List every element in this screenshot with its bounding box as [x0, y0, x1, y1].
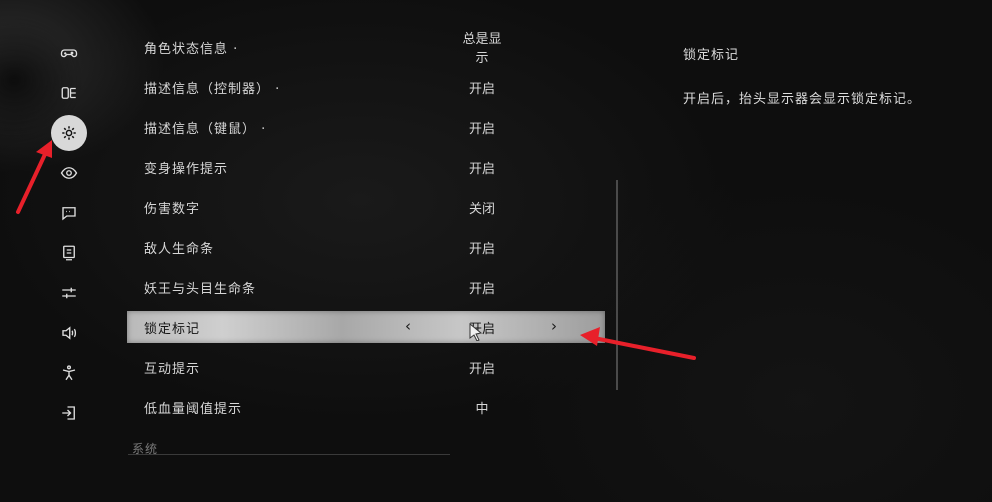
sidebar-controls[interactable]: [52, 276, 86, 310]
setting-value: 总是显示: [462, 32, 502, 66]
sidebar-controller-layout[interactable]: [52, 76, 86, 110]
cursor-icon: [469, 323, 483, 341]
setting-row-boss-health[interactable]: 妖王与头目生命条 开启: [127, 271, 605, 303]
sidebar-chat[interactable]: [52, 196, 86, 230]
controller-layout-icon: [61, 87, 76, 99]
setting-row-character-status[interactable]: 角色状态信息 · 总是显示: [127, 31, 605, 66]
setting-label: 低血量阈值提示: [144, 401, 243, 417]
setting-label: 角色状态信息 ·: [144, 41, 239, 57]
setting-label: 妖王与头目生命条: [144, 281, 257, 297]
setting-value: 开启: [468, 361, 495, 377]
setting-label: 锁定标记: [144, 321, 201, 337]
speaker-icon: [62, 326, 77, 340]
sidebar-monitor[interactable]: [52, 236, 86, 270]
section-divider: [128, 454, 450, 455]
gamepad-icon: [60, 49, 78, 58]
settings-scrollbar[interactable]: [616, 180, 618, 390]
sidebar-display[interactable]: [52, 156, 86, 190]
eye-icon: [60, 167, 78, 179]
chevron-right-icon[interactable]: ›: [551, 317, 557, 335]
sidebar-gamepad[interactable]: [52, 36, 86, 70]
setting-row-desc-controller[interactable]: 描述信息（控制器） · 开启: [127, 71, 605, 103]
setting-row-damage-numbers[interactable]: 伤害数字 关闭: [127, 191, 605, 223]
sliders-icon: [62, 287, 76, 299]
chevron-left-icon[interactable]: ‹: [405, 317, 411, 335]
description-title: 锁定标记: [683, 48, 740, 63]
description-body: 开启后，抬头显示器会显示锁定标记。: [683, 92, 922, 107]
setting-label: 描述信息（键鼠） ·: [144, 121, 267, 137]
setting-value: 开启: [468, 81, 495, 97]
setting-value: 开启: [468, 281, 495, 297]
accessibility-icon: [62, 365, 76, 381]
setting-label: 描述信息（控制器） ·: [144, 81, 281, 97]
setting-label: 伤害数字: [144, 201, 201, 217]
setting-row-desc-keyboard[interactable]: 描述信息（键鼠） · 开启: [127, 111, 605, 143]
setting-row-lock-on-marker[interactable]: 锁定标记 ‹ 开启 ›: [127, 311, 605, 343]
setting-row-enemy-health[interactable]: 敌人生命条 开启: [127, 231, 605, 263]
setting-value: 开启: [468, 161, 495, 177]
setting-row-transform-hint[interactable]: 变身操作提示 开启: [127, 151, 605, 183]
monitor-icon: [63, 245, 75, 261]
chat-icon: [62, 207, 76, 221]
sidebar-audio[interactable]: [52, 316, 86, 350]
exit-icon: [62, 406, 75, 420]
setting-value: 开启: [468, 121, 495, 137]
gear-icon: [62, 126, 76, 140]
setting-row-low-health-threshold[interactable]: 低血量阈值提示 中: [127, 391, 605, 423]
sidebar-accessibility[interactable]: [52, 356, 86, 390]
setting-value: 关闭: [468, 201, 495, 217]
setting-label: 互动提示: [144, 361, 201, 377]
setting-value: 中: [475, 401, 489, 417]
setting-value: 开启: [468, 241, 495, 257]
sidebar-exit[interactable]: [52, 396, 86, 430]
setting-label: 变身操作提示: [144, 161, 229, 177]
sidebar-general-settings[interactable]: [51, 115, 87, 151]
setting-row-interaction-hint[interactable]: 互动提示 开启: [127, 351, 605, 383]
setting-label: 敌人生命条: [144, 241, 215, 257]
